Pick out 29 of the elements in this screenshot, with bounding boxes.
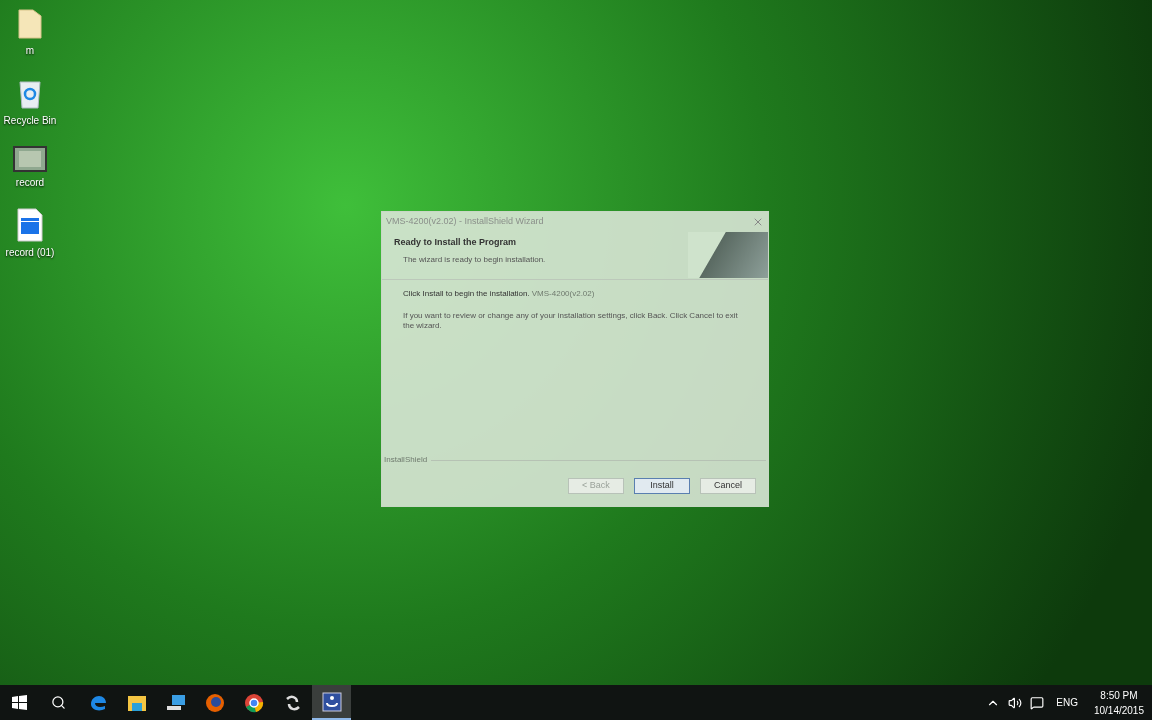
fox-globe-icon xyxy=(204,692,225,713)
speaker-icon[interactable] xyxy=(1008,695,1023,710)
instruction-text: Click Install to begin the installation. xyxy=(403,288,530,300)
ghost-text: VMS-4200(v2.02) xyxy=(531,288,595,300)
brand-label: InstallShield xyxy=(384,454,428,466)
clock-date[interactable]: 10/14/2015 xyxy=(1093,702,1144,718)
search-icon[interactable] xyxy=(51,695,66,710)
language-indicator[interactable]: ENG xyxy=(1056,695,1078,710)
window-title: VMS-4200(v2.02) - InstallShield Wizard xyxy=(386,215,544,229)
video-file-icon xyxy=(16,208,44,242)
chrome-icon xyxy=(243,692,264,713)
desktop-icon-label[interactable]: Recycle Bin xyxy=(3,113,57,128)
clock-time[interactable]: 8:50 PM xyxy=(1100,687,1138,703)
installer-icon xyxy=(321,691,342,712)
desktop-icon-label[interactable]: record xyxy=(15,175,45,190)
desktop-icon-label[interactable]: m xyxy=(25,43,35,58)
taskbar-app[interactable] xyxy=(312,685,351,720)
message-icon[interactable] xyxy=(1030,695,1045,710)
dialog-heading: Ready to Install the Program xyxy=(394,236,518,249)
body-text: If you want to review or change any of your installation settings, click Back. Click Cancel to exit the wizard. xyxy=(403,311,739,331)
desktop-icon-label[interactable]: record (01) xyxy=(5,245,55,260)
dialog-button[interactable]: Cancel xyxy=(700,478,756,494)
video-thumbnail-icon xyxy=(13,146,47,172)
windows-start-icon[interactable] xyxy=(12,695,27,710)
dialog-button[interactable]: Install xyxy=(634,478,690,494)
computer-icon xyxy=(165,693,186,712)
folder-icon xyxy=(16,8,44,40)
dialog-subheading: The wizard is ready to begin installation. xyxy=(402,253,546,266)
folder-icon xyxy=(126,693,147,712)
